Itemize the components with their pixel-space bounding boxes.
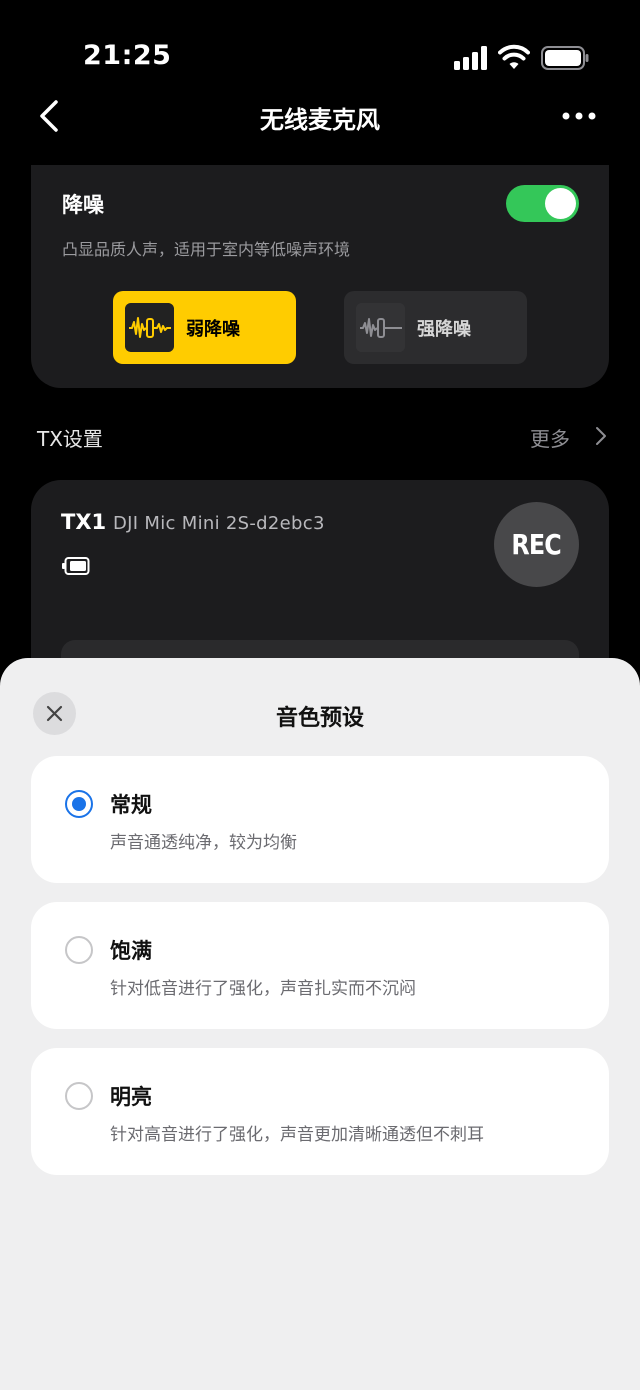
option-title: 明亮 [110,1085,152,1109]
option-description: 声音通透纯净，较为均衡 [110,833,297,853]
noise-reduction-card: 降噪 凸显品质人声，适用于室内等低噪声环境 弱降噪 强降噪 [31,165,609,388]
waveform-icon [125,303,174,352]
chevron-right-icon[interactable] [594,426,608,446]
nav-bar: 无线麦克风 [0,86,640,146]
strong-noise-reduction-button[interactable]: 强降噪 [344,291,527,364]
more-icon[interactable] [560,104,600,128]
rec-label: REC [511,528,562,561]
rec-button[interactable]: REC [494,502,579,587]
radio-unselected[interactable] [65,936,93,964]
strong-noise-reduction-label: 强降噪 [417,319,471,340]
waveform-icon [356,303,405,352]
status-time: 21:25 [83,40,172,71]
tx-device-name: DJI Mic Mini 2S-d2ebc3 [113,513,325,534]
tone-preset-sheet: 音色预设 常规 声音通透纯净，较为均衡 饱满 针对低音进行了强化，声音扎实而不沉… [0,658,640,1390]
toggle-knob [545,188,576,219]
tx-settings-label: TX设置 [37,427,103,451]
noise-reduction-toggle[interactable] [506,185,579,222]
weak-noise-reduction-button[interactable]: 弱降噪 [113,291,296,364]
option-title: 常规 [110,793,152,817]
tx-more-link[interactable]: 更多 [530,423,570,452]
weak-noise-reduction-label: 弱降噪 [186,319,240,340]
page-title: 无线麦克风 [260,106,380,134]
radio-unselected[interactable] [65,1082,93,1110]
tone-option-full[interactable]: 饱满 针对低音进行了强化，声音扎实而不沉闷 [31,902,609,1029]
noise-reduction-title: 降噪 [62,193,104,217]
noise-reduction-description: 凸显品质人声，适用于室内等低噪声环境 [62,240,351,259]
battery-icon [541,46,589,70]
cellular-signal-icon [454,46,488,70]
wifi-icon [498,44,530,69]
sheet-title: 音色预设 [275,706,364,731]
option-description: 针对低音进行了强化，声音扎实而不沉闷 [110,979,416,999]
status-bar: 21:25 [0,0,640,100]
tx-device-id: TX1 [61,510,107,534]
device-battery-icon [62,557,90,575]
option-description: 针对高音进行了强化，声音更加清晰通透但不刺耳 [110,1125,484,1145]
option-title: 饱满 [110,939,152,963]
radio-selected[interactable] [65,790,93,818]
tone-option-standard[interactable]: 常规 声音通透纯净，较为均衡 [31,756,609,883]
tone-option-bright[interactable]: 明亮 针对高音进行了强化，声音更加清晰通透但不刺耳 [31,1048,609,1175]
